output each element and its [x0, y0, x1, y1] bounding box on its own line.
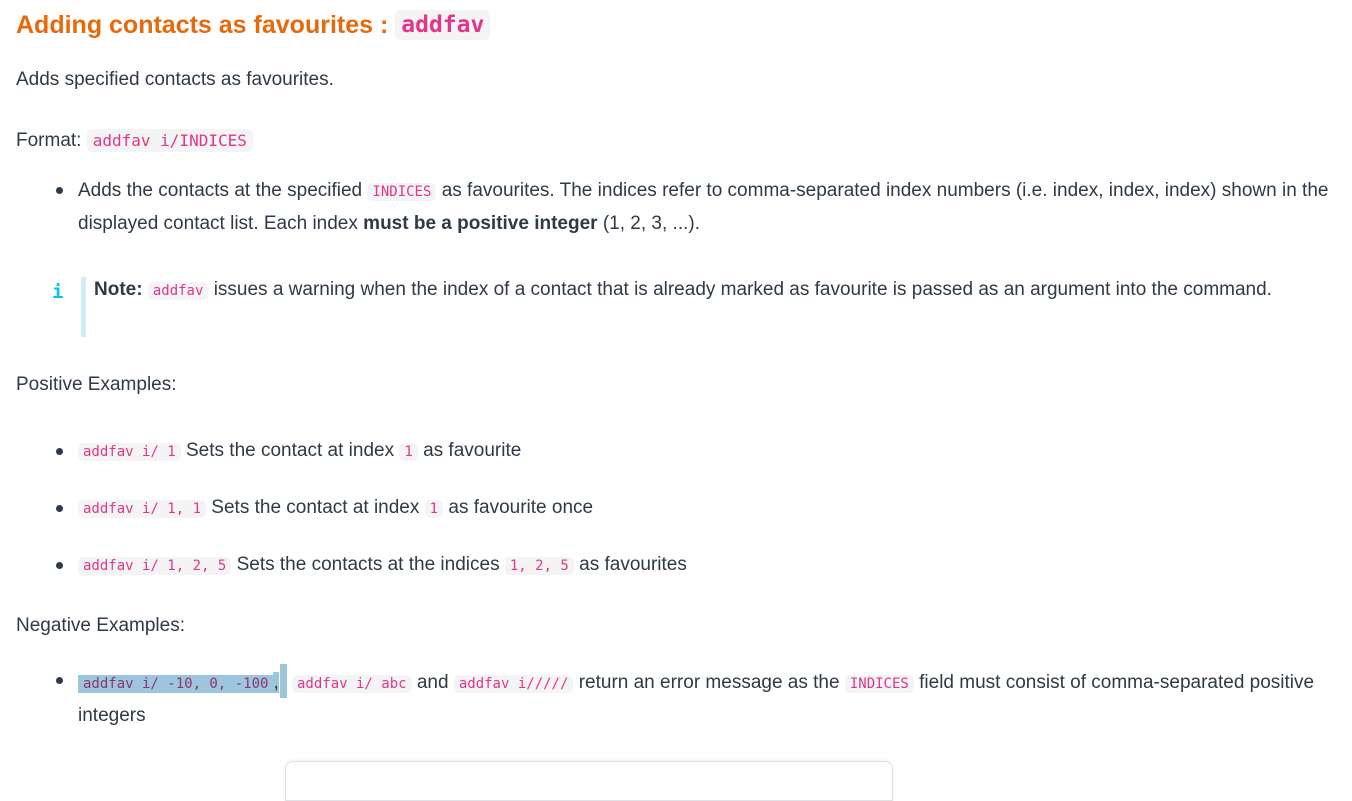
example-command-code: addfav i/ 1, 2, 5 — [78, 557, 232, 575]
format-syntax-code: addfav i/INDICES — [86, 129, 253, 152]
positive-examples-heading: Positive Examples: — [16, 374, 177, 395]
negative-field-code: INDICES — [844, 675, 914, 693]
page-title-text: Adding contacts as favourites : — [16, 11, 389, 39]
example-text-after: as favourite — [423, 440, 522, 461]
note-command-code: addfav — [147, 282, 209, 300]
example-text-before: Sets the contact at index — [186, 440, 395, 461]
list-item: addfav i/ 1 Sets the contact at index 1 … — [16, 435, 1336, 468]
selected-command-code[interactable]: addfav i/ -10, 0, -100 — [78, 675, 274, 693]
description-list: Adds the contacts at the specified INDIC… — [16, 155, 1336, 239]
example-command-code: addfav i/ 1, 1 — [78, 500, 207, 518]
description-part3: (1, 2, 3, ...). — [602, 213, 701, 234]
list-item: addfav i/ 1, 1 Sets the contact at index… — [16, 492, 1336, 525]
example-command-code: addfav i/ 1 — [78, 443, 181, 461]
example-command-code-2: addfav i/ abc — [292, 675, 412, 693]
example-command-code-3: addfav i///// — [453, 675, 574, 693]
example-index-code: 1, 2, 5 — [504, 557, 574, 575]
negative-text-before: return an error message as the — [578, 672, 840, 693]
list-item: addfav i/ 1, 2, 5 Sets the contacts at t… — [16, 549, 1336, 582]
example-index-code: 1 — [399, 443, 418, 461]
note-text: issues a warning when the index of a con… — [213, 279, 1272, 300]
list-item: addfav i/ -10, 0, -100, addfav i/ abc an… — [16, 664, 1336, 731]
note-label: Note: — [94, 279, 143, 300]
example-index-code: 1 — [424, 500, 444, 518]
selected-separator: , — [273, 672, 279, 693]
format-line: Format: addfav i/INDICES — [16, 94, 1336, 155]
negative-examples-heading: Negative Examples: — [16, 615, 185, 636]
example-text-after: as favourite once — [448, 497, 594, 518]
note-callout: i Note: addfav issues a warning when the… — [16, 275, 1336, 337]
documentation-page: Adding contacts as favourites : addfav A… — [0, 0, 1352, 731]
indices-code: INDICES — [367, 183, 437, 201]
description-bold: must be a positive integer — [363, 213, 598, 234]
list-item: Adds the contacts at the specified INDIC… — [16, 175, 1336, 239]
info-icon: i — [52, 281, 64, 303]
example-text-before: Sets the contacts at the indices — [236, 554, 500, 575]
negative-examples-list: addfav i/ -10, 0, -100, addfav i/ abc an… — [16, 664, 1336, 731]
page-title: Adding contacts as favourites : addfav — [16, 0, 1336, 42]
heading-command-code: addfav — [395, 10, 491, 40]
intro-paragraph: Adds specified contacts as favourites. — [16, 69, 334, 90]
popup-panel[interactable] — [285, 761, 893, 801]
example-text-after: as favourites — [579, 554, 687, 575]
format-label: Format: — [16, 130, 82, 151]
selection-sliver — [279, 664, 287, 698]
note-accent-bar — [81, 277, 86, 337]
description-part1: Adds the contacts at the specified — [78, 180, 363, 201]
positive-examples-list: addfav i/ 1 Sets the contact at index 1 … — [16, 399, 1336, 582]
conjunction-text: and — [416, 672, 449, 693]
example-text-before: Sets the contact at index — [211, 497, 420, 518]
note-body: Note: addfav issues a warning when the i… — [94, 275, 1336, 306]
